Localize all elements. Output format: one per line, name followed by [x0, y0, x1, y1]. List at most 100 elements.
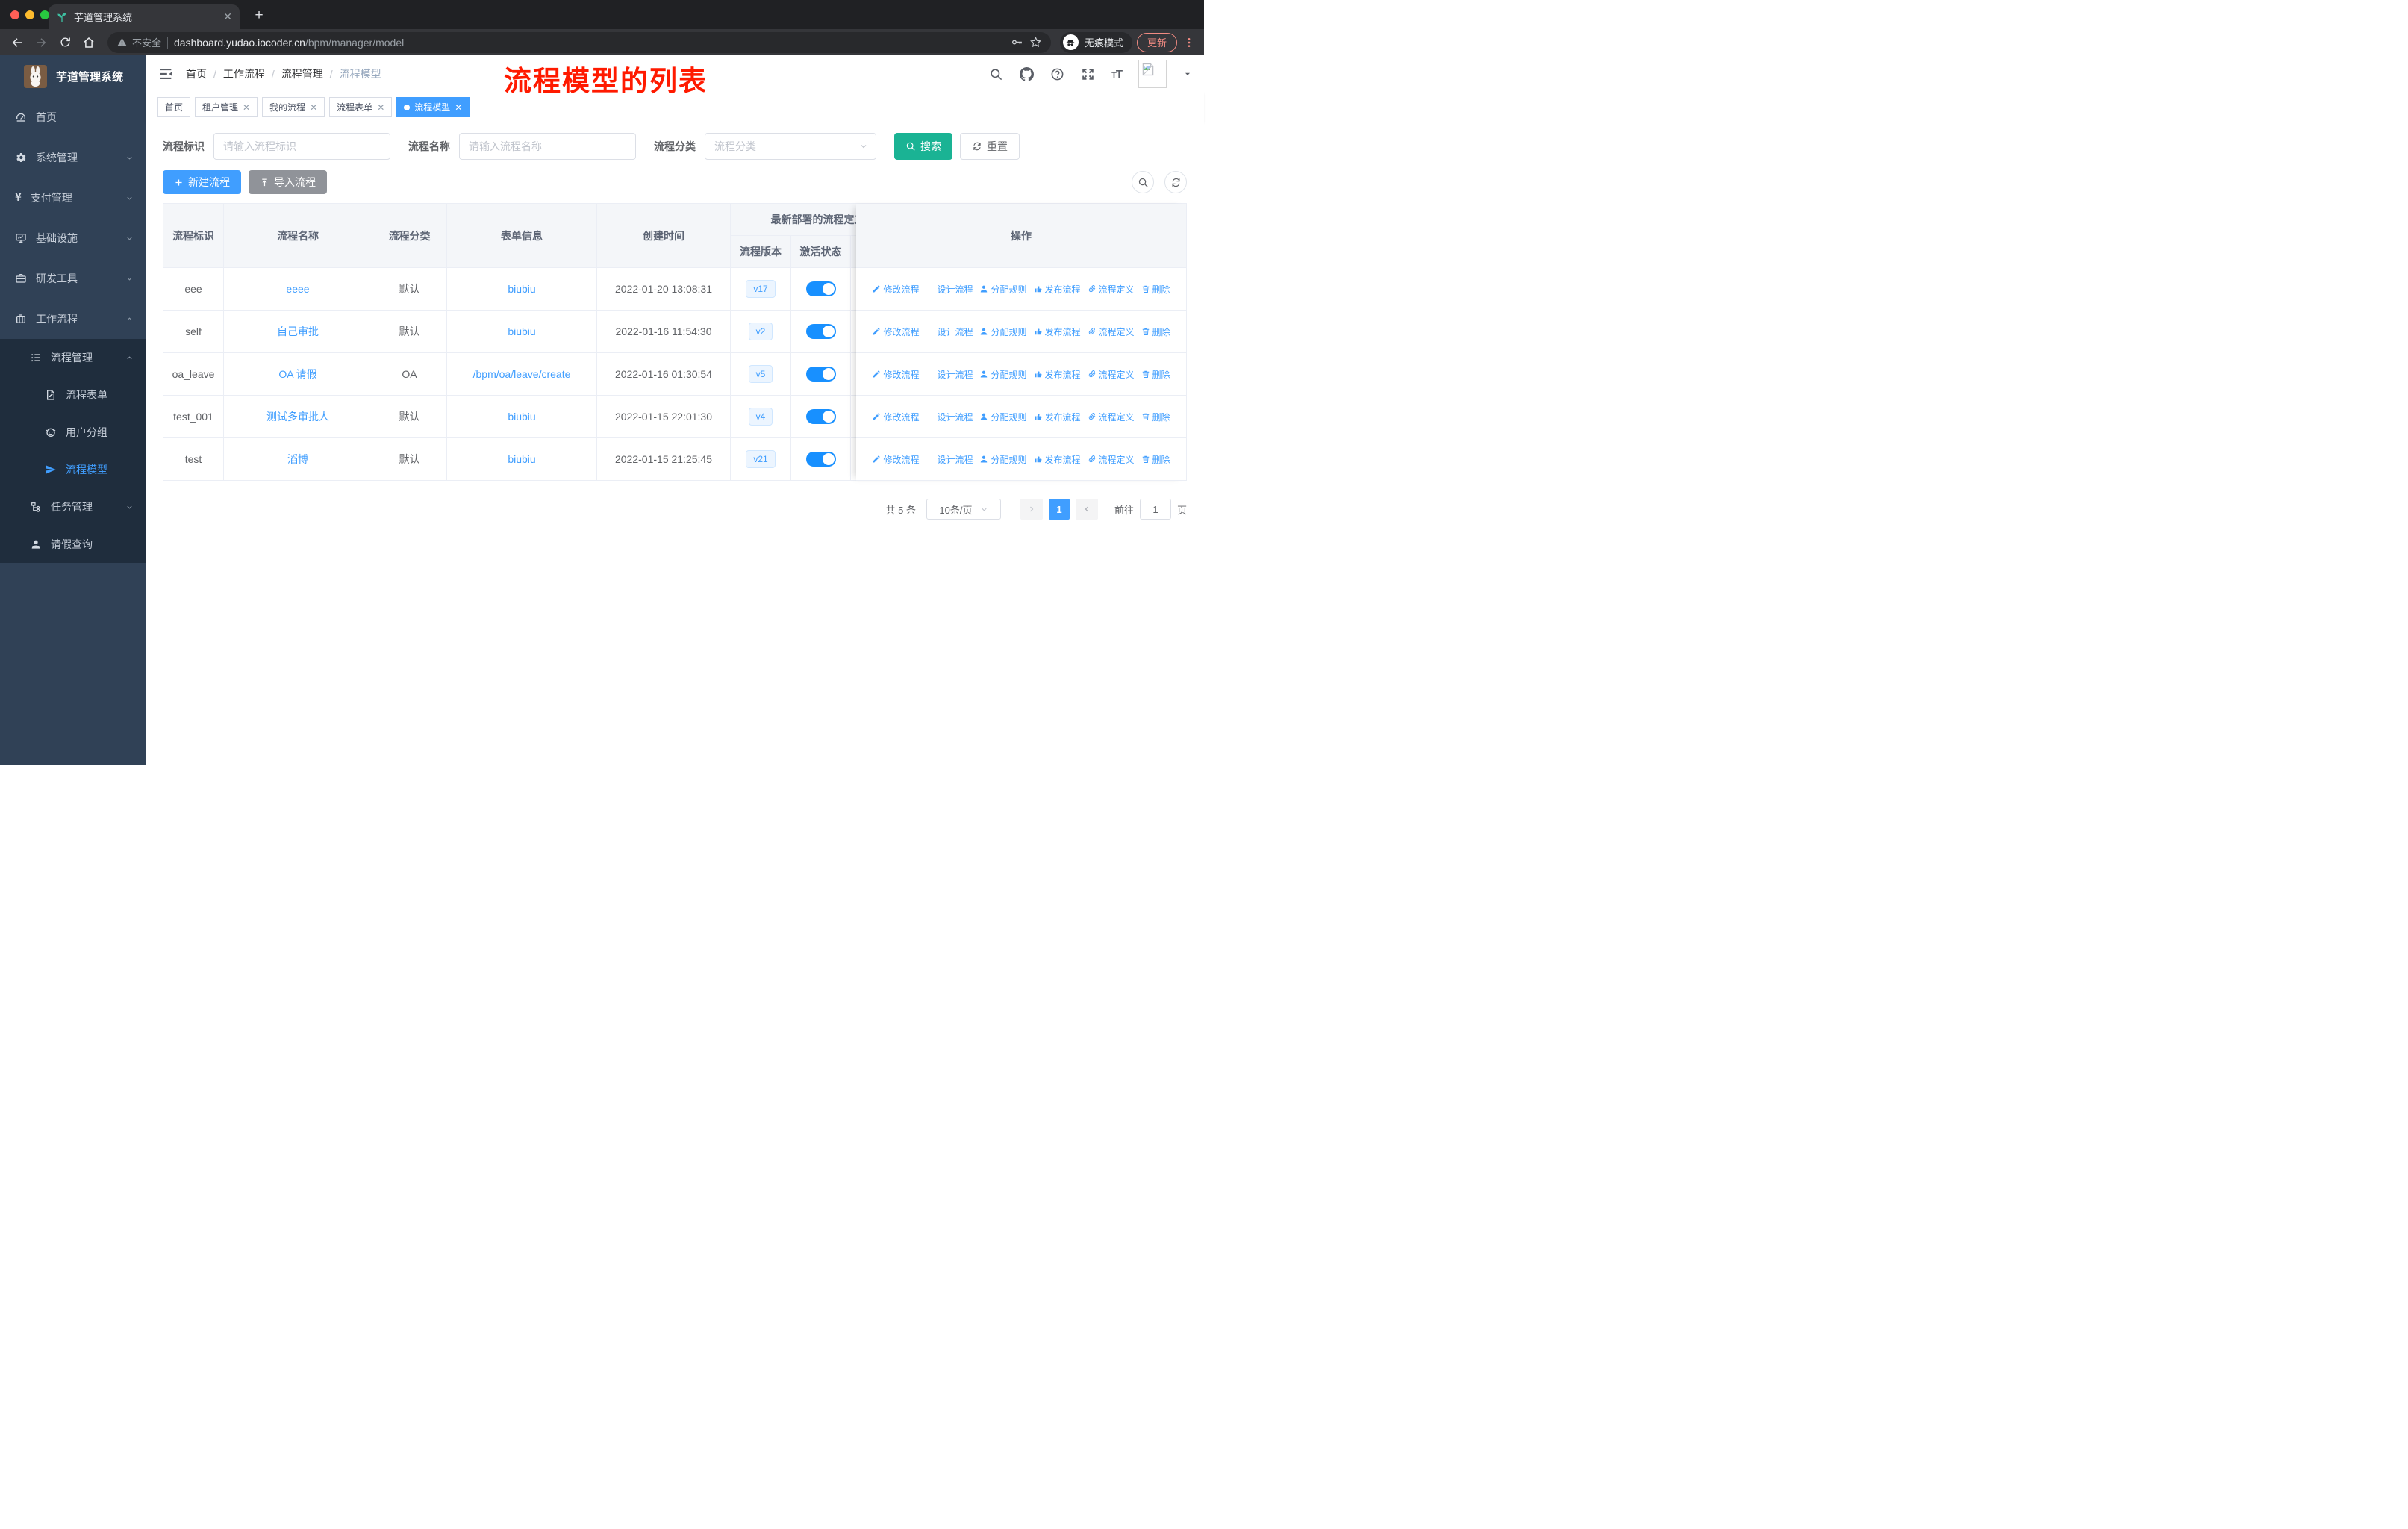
op-pencil-link[interactable]: 修改流程	[872, 453, 919, 466]
op-paperclip-link[interactable]: 流程定义	[1088, 453, 1135, 466]
op-paperclip-link[interactable]: 流程定义	[1088, 326, 1135, 338]
op-paperclip-link[interactable]: 流程定义	[1088, 283, 1135, 296]
active-toggle[interactable]	[805, 452, 836, 467]
process-name-link[interactable]: 自己审批	[277, 324, 319, 339]
browser-tab[interactable]: 芋道管理系统 ✕	[49, 4, 240, 29]
op-trash-link[interactable]: 删除	[1141, 368, 1170, 381]
github-icon[interactable]	[1020, 67, 1034, 81]
active-toggle[interactable]	[805, 281, 836, 296]
op-paperclip-link[interactable]: 流程定义	[1088, 368, 1135, 381]
op-trash-link[interactable]: 删除	[1141, 326, 1170, 338]
op-gear-small-link[interactable]: 设计流程	[926, 411, 973, 423]
breadcrumb-item[interactable]: 首页	[186, 66, 207, 81]
op-paperclip-link[interactable]: 流程定义	[1088, 411, 1135, 423]
process-name-link[interactable]: 测试多审批人	[266, 409, 329, 424]
tag-close-icon[interactable]: ✕	[243, 102, 250, 113]
security-label[interactable]: 不安全	[132, 35, 161, 49]
op-thumb-link[interactable]: 发布流程	[1034, 283, 1081, 296]
op-pencil-link[interactable]: 修改流程	[872, 283, 919, 296]
font-size-icon[interactable]: TT	[1111, 68, 1123, 81]
op-trash-link[interactable]: 删除	[1141, 411, 1170, 423]
sidebar-item[interactable]: 流程表单	[0, 376, 146, 414]
op-thumb-link[interactable]: 发布流程	[1034, 368, 1081, 381]
op-user-small-link[interactable]: 分配规则	[979, 453, 1027, 466]
form-info-link[interactable]: biubiu	[508, 326, 535, 337]
browser-menu-icon[interactable]	[1182, 33, 1197, 52]
sidebar-item[interactable]: 工作流程	[0, 299, 146, 339]
tag-close-icon[interactable]: ✕	[310, 102, 317, 113]
search-button[interactable]: 搜索	[894, 133, 952, 160]
sidebar-item[interactable]: 基础设施	[0, 218, 146, 258]
sidebar-toggle-icon[interactable]	[157, 66, 174, 82]
tag-view[interactable]: 租户管理 ✕	[195, 97, 258, 117]
reload-button[interactable]	[55, 33, 75, 52]
op-gear-small-link[interactable]: 设计流程	[926, 283, 973, 296]
op-gear-small-link[interactable]: 设计流程	[926, 326, 973, 338]
active-toggle[interactable]	[805, 409, 836, 424]
app-logo[interactable]: 芋道管理系统	[0, 55, 146, 97]
window-controls[interactable]	[10, 10, 49, 19]
form-info-link[interactable]: biubiu	[508, 453, 535, 465]
filter-id-input[interactable]	[213, 133, 390, 160]
create-process-button[interactable]: 新建流程	[163, 170, 241, 194]
process-name-link[interactable]: 滔博	[287, 452, 308, 467]
form-info-link[interactable]: biubiu	[508, 283, 535, 295]
sidebar-item[interactable]: 任务管理	[0, 488, 146, 526]
tag-close-icon[interactable]: ✕	[377, 102, 384, 113]
page-number-button[interactable]: 1	[1048, 499, 1070, 520]
help-icon[interactable]	[1050, 67, 1064, 81]
op-trash-link[interactable]: 删除	[1141, 453, 1170, 466]
op-user-small-link[interactable]: 分配规则	[979, 326, 1027, 338]
refresh-table-button[interactable]	[1164, 171, 1187, 193]
process-name-link[interactable]: eeee	[286, 283, 309, 295]
fullscreen-icon[interactable]	[1081, 67, 1095, 81]
op-pencil-link[interactable]: 修改流程	[872, 326, 919, 338]
op-gear-small-link[interactable]: 设计流程	[926, 453, 973, 466]
op-thumb-link[interactable]: 发布流程	[1034, 326, 1081, 338]
filter-name-input[interactable]	[459, 133, 636, 160]
goto-page-input[interactable]	[1139, 499, 1171, 520]
process-name-link[interactable]: OA 请假	[278, 367, 316, 382]
sidebar-item[interactable]: 用户分组	[0, 414, 146, 451]
back-button[interactable]	[7, 33, 27, 52]
sidebar-item[interactable]: 请假查询	[0, 526, 146, 563]
sidebar-item[interactable]: 流程模型	[0, 451, 146, 488]
reset-button[interactable]: 重置	[960, 133, 1020, 160]
next-page-button[interactable]	[1075, 499, 1098, 520]
sidebar-item[interactable]: 流程管理	[0, 339, 146, 376]
browser-update-button[interactable]: 更新	[1136, 32, 1177, 52]
op-pencil-link[interactable]: 修改流程	[872, 411, 919, 423]
tag-close-icon[interactable]: ✕	[455, 102, 462, 113]
header-search-icon[interactable]	[989, 67, 1003, 81]
op-trash-link[interactable]: 删除	[1141, 283, 1170, 296]
sidebar-item[interactable]: 研发工具	[0, 258, 146, 299]
op-gear-small-link[interactable]: 设计流程	[926, 368, 973, 381]
breadcrumb-item[interactable]: 流程管理	[281, 66, 323, 81]
tag-view[interactable]: 我的流程 ✕	[262, 97, 325, 117]
address-bar[interactable]: 不安全 dashboard.yudao.iocoder.cn/bpm/manag…	[107, 31, 1051, 53]
forward-button[interactable]	[31, 33, 51, 52]
tag-view[interactable]: 流程表单 ✕	[329, 97, 393, 117]
show-search-button[interactable]	[1132, 171, 1154, 193]
new-tab-button[interactable]: +	[249, 6, 269, 25]
home-button[interactable]	[79, 33, 99, 52]
sidebar-item[interactable]: 首页	[0, 97, 146, 137]
active-toggle[interactable]	[805, 324, 836, 339]
breadcrumb-item[interactable]: 工作流程	[223, 66, 265, 81]
import-process-button[interactable]: 导入流程	[249, 170, 327, 194]
tag-view[interactable]: 首页	[157, 97, 191, 117]
op-thumb-link[interactable]: 发布流程	[1034, 411, 1081, 423]
bookmark-star-icon[interactable]	[1029, 36, 1042, 49]
form-info-link[interactable]: /bpm/oa/leave/create	[473, 368, 571, 380]
op-user-small-link[interactable]: 分配规则	[979, 368, 1027, 381]
tab-close-icon[interactable]: ✕	[223, 10, 232, 23]
prev-page-button[interactable]	[1020, 499, 1043, 520]
op-thumb-link[interactable]: 发布流程	[1034, 453, 1081, 466]
tag-view[interactable]: 流程模型 ✕	[396, 97, 470, 117]
sidebar-item[interactable]: ¥ 支付管理	[0, 178, 146, 218]
key-icon[interactable]	[1011, 36, 1023, 49]
active-toggle[interactable]	[805, 367, 836, 382]
op-user-small-link[interactable]: 分配规则	[979, 411, 1027, 423]
page-size-select[interactable]: 10条/页	[926, 499, 1001, 520]
user-avatar[interactable]	[1138, 60, 1167, 88]
